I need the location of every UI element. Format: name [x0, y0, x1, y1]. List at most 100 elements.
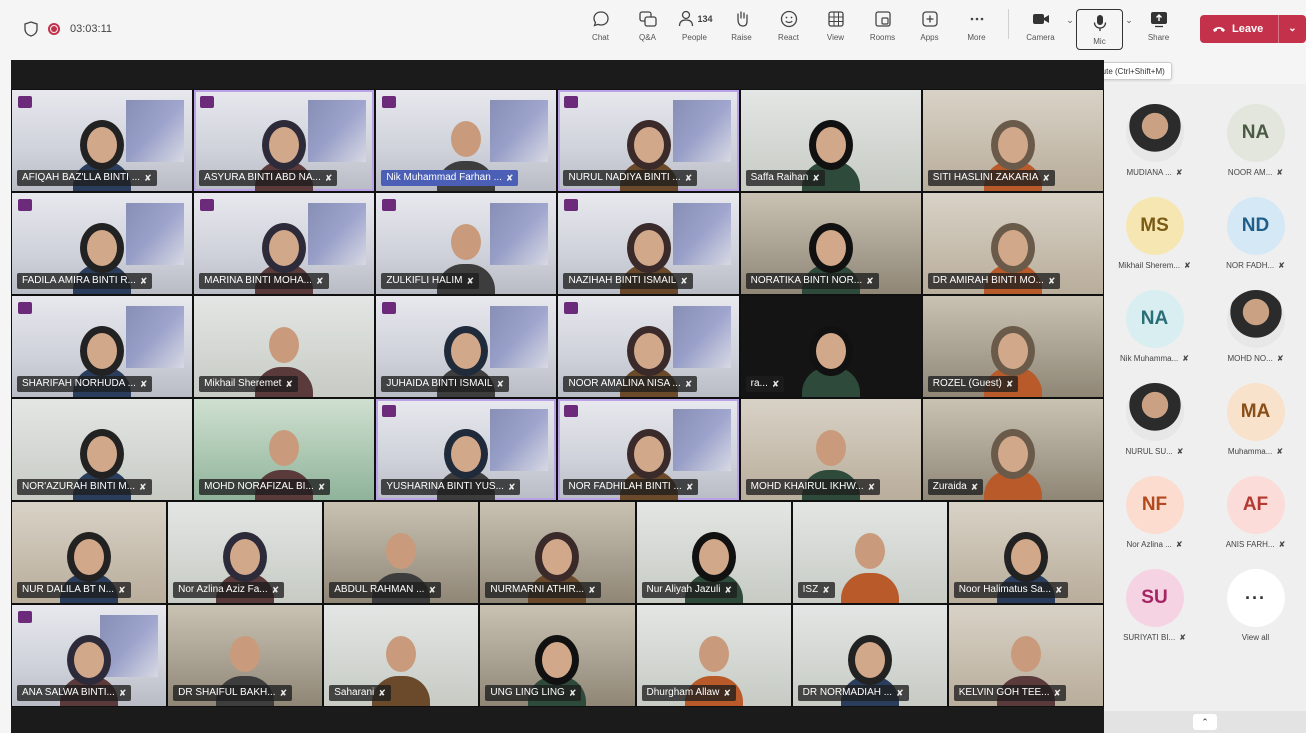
video-tile[interactable]: SITI HASLINI ZAKARIA ✘ — [921, 89, 1104, 192]
participant-head — [997, 230, 1028, 266]
video-tile[interactable]: Nik Muhammad Farhan ... ✘ — [375, 89, 558, 192]
mic-button[interactable]: Mic — [1076, 8, 1123, 50]
hang-up-icon — [1213, 27, 1225, 32]
video-tile[interactable]: Noor Halimatus Sa... ✘ — [947, 501, 1104, 604]
video-tile[interactable]: ISZ ✘ — [791, 501, 948, 604]
react-label: React — [778, 32, 799, 42]
roster-participant[interactable]: MOHD NO... ✘ — [1205, 290, 1306, 383]
view-label: View — [826, 32, 845, 42]
participant-head — [815, 127, 846, 163]
video-tile[interactable]: NORATIKA BINTI NOR... ✘ — [739, 192, 922, 295]
video-tile[interactable]: NOOR AMALINA NISA ... ✘ — [557, 295, 740, 398]
video-tile[interactable]: ANA SALWA BINTI... ✘ — [11, 604, 168, 707]
video-tile[interactable]: ra... ✘ — [739, 295, 922, 398]
video-tile[interactable]: ABDUL RAHMAN ... ✘ — [323, 501, 480, 604]
video-tile[interactable]: DR SHAIFUL BAKH... ✘ — [167, 604, 324, 707]
mic-muted-icon: ✘ — [1055, 585, 1063, 595]
roster-name: MUDIANA ... — [1126, 168, 1172, 177]
participant-name-tag: ANA SALWA BINTI... ✘ — [17, 685, 132, 701]
participant-name-tag: NORATIKA BINTI NOR... ✘ — [745, 273, 879, 289]
video-tile[interactable]: YUSHARINA BINTI YUS... ✘ — [375, 398, 558, 501]
microphone-icon — [1093, 14, 1106, 31]
participant-name-tag: NOR FADHILAH BINTI ... ✘ — [563, 479, 699, 495]
video-tile[interactable]: NOR FADHILAH BINTI ... ✘ — [557, 398, 740, 501]
participant-name: DR NORMADIAH ... — [802, 687, 893, 698]
video-tile[interactable]: ZULKIFLI HALIM ✘ — [375, 192, 558, 295]
video-tile[interactable]: DR AMIRAH BINTI MO... ✘ — [921, 192, 1104, 295]
video-tile[interactable]: Saharani ✘ — [323, 604, 480, 707]
more-icon[interactable]: ··· — [1226, 569, 1285, 627]
leave-button[interactable]: Leave ⌄ — [1200, 15, 1306, 43]
video-tile[interactable]: UNG LING LING ✘ — [479, 604, 636, 707]
roster-participant[interactable]: NA Nik Muhamma... ✘ — [1104, 290, 1205, 383]
roster-participant[interactable]: MS Mikhail Sherem... ✘ — [1104, 197, 1205, 290]
video-tile[interactable]: MARINA BINTI MOHA... ✘ — [193, 192, 376, 295]
leave-main[interactable]: Leave — [1200, 23, 1278, 35]
more-button[interactable]: More — [953, 9, 1000, 42]
video-tile[interactable]: MOHD KHAIRUL IKHW... ✘ — [739, 398, 922, 501]
video-tile[interactable]: ROZEL (Guest) ✘ — [921, 295, 1104, 398]
video-tile[interactable]: KELVIN GOH TEE... ✘ — [947, 604, 1104, 707]
video-tile[interactable]: Saffa Raihan ✘ — [739, 89, 922, 192]
roster-name: NOOR AM... — [1227, 168, 1273, 177]
view-button[interactable]: View — [812, 9, 859, 42]
participant-name-tag: JUHAIDA BINTI ISMAIL ✘ — [381, 376, 509, 392]
roster-name-row: SURIYATI BI... ✘ — [1123, 633, 1186, 642]
participant-name-tag: UNG LING LING ✘ — [485, 685, 582, 701]
camera-options-chevron-icon[interactable]: ⌄ — [1064, 15, 1076, 26]
participant-name: ANA SALWA BINTI... — [22, 687, 115, 698]
roster-participant[interactable]: MA Muhamma... ✘ — [1205, 383, 1306, 476]
video-tile[interactable]: Dhurgham Allaw ✘ — [635, 604, 792, 707]
video-tile[interactable]: Nur Aliyah Jazuli ✘ — [635, 501, 792, 604]
roster-participant[interactable]: ND NOR FADH... ✘ — [1205, 197, 1306, 290]
video-tile[interactable]: FADILA AMIRA BINTI R... ✘ — [11, 192, 194, 295]
avatar — [1125, 383, 1184, 441]
roster-participant[interactable]: AF ANIS FARH... ✘ — [1205, 476, 1306, 569]
video-tile[interactable]: Zuraida ✘ — [921, 398, 1104, 501]
camera-button[interactable]: Camera — [1017, 9, 1064, 42]
toolbar-divider — [1008, 8, 1009, 39]
video-tile[interactable]: NUR DALILA BT N... ✘ — [11, 501, 168, 604]
raise-hand-button[interactable]: Raise — [718, 9, 765, 42]
roster-participant[interactable]: NURUL SU... ✘ — [1104, 383, 1205, 476]
participant-name: Saharani — [334, 687, 375, 698]
video-tile[interactable]: Mikhail Sheremet ✘ — [193, 295, 376, 398]
video-tile[interactable]: NURMARNI ATHIR... ✘ — [479, 501, 636, 604]
video-tile[interactable]: Nor Azlina Aziz Fa... ✘ — [167, 501, 324, 604]
participant-name: SITI HASLINI ZAKARIA — [932, 172, 1039, 183]
leave-options-chevron-icon[interactable]: ⌄ — [1278, 15, 1306, 43]
video-tile[interactable]: ASYURA BINTI ABD NA... ✘ — [193, 89, 376, 192]
chat-button[interactable]: Chat — [577, 9, 624, 42]
mic-muted-icon: ✘ — [139, 379, 148, 389]
rooms-button[interactable]: Rooms — [859, 9, 906, 42]
participant-head — [698, 539, 729, 575]
participant-name: Saffa Raihan — [750, 172, 809, 183]
view-all-participants[interactable]: ··· View all — [1205, 569, 1306, 662]
video-tile[interactable]: SHARIFAH NORHUDA ... ✘ — [11, 295, 194, 398]
video-tile[interactable]: AFIQAH BAZ'LLA BINTI ... ✘ — [11, 89, 194, 192]
shield-icon[interactable] — [24, 21, 38, 37]
meeting-toolbar: 03:03:11 Chat Q&A 134 People Raise React… — [0, 0, 1306, 58]
participant-name-tag: AFIQAH BAZ'LLA BINTI ... ✘ — [17, 170, 157, 186]
mic-muted-icon: ✘ — [1276, 168, 1284, 177]
participant-head — [1010, 636, 1041, 672]
people-button[interactable]: 134 People — [671, 9, 718, 42]
video-tile[interactable]: NOR'AZURAH BINTI M... ✘ — [11, 398, 194, 501]
scroll-up-chevron-icon[interactable]: ⌃ — [1193, 714, 1217, 730]
video-tile[interactable]: NURUL NADIYA BINTI ... ✘ — [557, 89, 740, 192]
roster-participant[interactable]: NF Nor Azlina ... ✘ — [1104, 476, 1205, 569]
roster-participant[interactable]: NA NOOR AM... ✘ — [1205, 104, 1306, 197]
video-tile[interactable]: MOHD NORAFIZAL BI... ✘ — [193, 398, 376, 501]
video-tile[interactable]: NAZIHAH BINTI ISMAIL ✘ — [557, 192, 740, 295]
mic-muted-icon: ✘ — [496, 379, 504, 389]
participant-name-tag: ZULKIFLI HALIM ✘ — [381, 273, 479, 289]
roster-participant[interactable]: MUDIANA ... ✘ — [1104, 104, 1205, 197]
roster-participant[interactable]: SU SURIYATI BI... ✘ — [1104, 569, 1205, 662]
react-button[interactable]: React — [765, 9, 812, 42]
share-button[interactable]: Share — [1135, 9, 1182, 42]
qa-button[interactable]: Q&A — [624, 9, 671, 42]
video-tile[interactable]: DR NORMADIAH ... ✘ — [791, 604, 948, 707]
apps-button[interactable]: Apps — [906, 9, 953, 42]
video-tile[interactable]: JUHAIDA BINTI ISMAIL ✘ — [375, 295, 558, 398]
mic-options-chevron-icon[interactable]: ⌄ — [1123, 15, 1135, 26]
